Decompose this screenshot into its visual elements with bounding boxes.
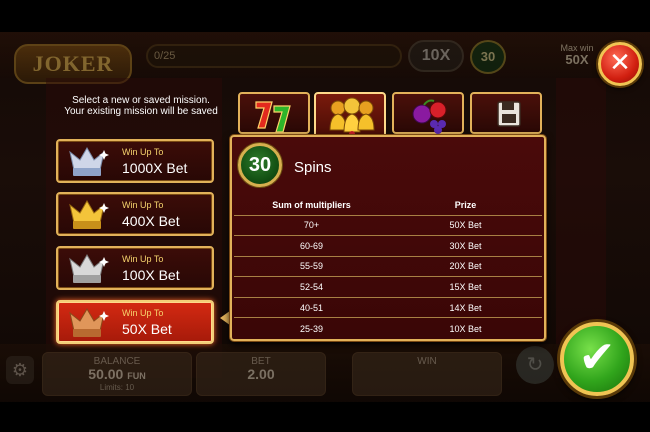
table-row: 40-51 14X Bet <box>234 297 542 319</box>
multiplier-range: 40-51 <box>234 297 389 319</box>
prize-value: 30X Bet <box>389 235 542 257</box>
table-row: 70+ 50X Bet <box>234 215 542 237</box>
close-icon: ✕ <box>609 48 631 78</box>
mission-label: Win Up To <box>122 200 164 210</box>
multiplier-range: 60-69 <box>234 235 389 257</box>
max-win-value: 50X <box>565 52 589 67</box>
multiplier-range: 25-39 <box>299 323 324 334</box>
balance-limits: Limits: 10 <box>99 383 135 392</box>
balance-box: BALANCE 50.00 FUN Limits: 10 <box>42 352 192 396</box>
sevens-icon <box>255 101 291 133</box>
table-row: 52-54 15X Bet <box>234 276 542 298</box>
multiplier-range: 52-54 <box>234 276 389 298</box>
platinum-joker-badge-icon <box>69 147 109 176</box>
balance-currency: FUN <box>127 371 146 381</box>
tab-bells[interactable] <box>314 92 386 138</box>
spins-chip: 30 <box>470 40 506 74</box>
table-row: 60-69 30X Bet <box>234 235 542 257</box>
tab-saved-missions[interactable] <box>470 92 542 134</box>
mission-gold-button[interactable]: Win Up To 400X Bet <box>56 192 214 236</box>
prize-value: 20X Bet <box>389 256 542 278</box>
prize-table: Sum of multipliers Prize 70+ 50X Bet 60-6… <box>234 195 542 339</box>
fruits-icon <box>412 99 447 134</box>
confirm-button[interactable]: ✔ <box>560 322 634 396</box>
win-box: WIN <box>352 352 502 396</box>
win-label: WIN <box>417 356 437 367</box>
balance-value: 50.00 <box>88 366 124 382</box>
gold-joker-badge-icon <box>69 200 109 229</box>
mission-value: 400X Bet <box>122 213 180 229</box>
bet-value: 2.00 <box>247 366 275 382</box>
mission-silver-button[interactable]: Win Up To 100X Bet <box>56 246 214 290</box>
close-button[interactable]: ✕ <box>598 42 642 86</box>
mission-value: 1000X Bet <box>122 160 188 176</box>
tab-sevens[interactable] <box>238 92 310 134</box>
header-prize: Prize <box>389 195 542 216</box>
multiplier-range: 55-59 <box>234 256 389 278</box>
bells-icon <box>329 97 375 137</box>
table-row: 25-39 10X Bet <box>234 318 542 339</box>
prize-value: 15X Bet <box>389 276 542 298</box>
bet-box: BET 2.00 <box>196 352 326 396</box>
multiplier-range: 70+ <box>234 215 389 237</box>
bronze-joker-badge-icon <box>69 308 109 337</box>
checkmark-icon: ✔ <box>578 332 616 383</box>
autoplay-icon: ↻ <box>516 346 554 384</box>
mission-label: Win Up To <box>122 147 164 157</box>
mission-label: Win Up To <box>122 308 164 318</box>
progress-text: 0/25 <box>154 50 176 62</box>
prize-value: 14X Bet <box>389 297 542 319</box>
gear-icon: ⚙ <box>6 356 34 384</box>
header-sum-of-multipliers: Sum of multipliers <box>234 195 389 216</box>
tab-fruits[interactable] <box>392 92 464 134</box>
spins-label: Spins <box>294 159 332 176</box>
spins-count-badge: 30 <box>238 143 282 187</box>
mission-label: Win Up To <box>122 254 164 264</box>
silver-joker-badge-icon <box>69 254 109 283</box>
max-win-indicator: Max win 50X <box>552 42 602 72</box>
letterbox-bottom <box>0 402 650 432</box>
mission-value: 50X Bet <box>122 321 172 337</box>
mission-bronze-button[interactable]: Win Up To 50X Bet <box>56 300 214 344</box>
game-screen: JOKER 0/25 10X 30 Max win 50X ⚙ BALANCE … <box>0 0 650 432</box>
save-disk-icon <box>497 101 521 127</box>
letterbox-top <box>0 0 650 32</box>
mission-platinum-button[interactable]: Win Up To 1000X Bet <box>56 139 214 183</box>
prize-value: 10X Bet <box>449 323 482 334</box>
mission-instruction: Select a new or saved mission. Your exis… <box>64 95 218 117</box>
prize-value: 50X Bet <box>389 215 542 237</box>
table-row: 55-59 20X Bet <box>234 256 542 278</box>
mission-progress-bar: 0/25 <box>146 44 402 68</box>
mission-value: 100X Bet <box>122 267 180 283</box>
mission-details-panel: 30 Spins Sum of multipliers Prize 70+ 50X… <box>230 135 546 341</box>
prize-table-header: Sum of multipliers Prize <box>234 195 542 216</box>
multiplier-chip: 10X <box>408 40 464 72</box>
